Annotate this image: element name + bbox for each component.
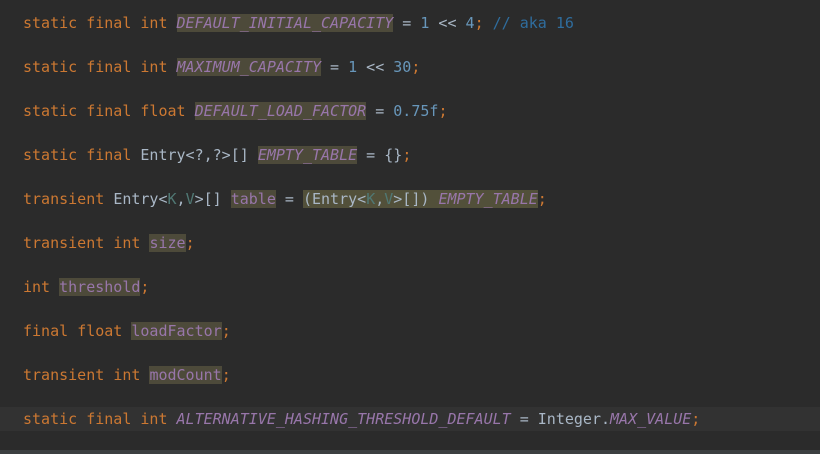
type-name: Entry<?,?>[] xyxy=(140,146,249,164)
type-name: Entry< xyxy=(113,190,168,208)
class-reference[interactable]: Integer. xyxy=(538,410,610,428)
keyword: int xyxy=(140,58,168,76)
type-parameter: V xyxy=(185,190,195,208)
semicolon: ; xyxy=(474,14,484,32)
operator: = xyxy=(275,190,303,208)
operator: << xyxy=(357,58,394,76)
keyword: transient xyxy=(23,190,105,208)
semicolon: ; xyxy=(691,410,701,428)
type-name: >[] xyxy=(194,190,222,208)
keyword: int xyxy=(113,366,141,384)
field-reference[interactable]: EMPTY_TABLE xyxy=(438,190,537,208)
field-name[interactable]: MAXIMUM_CAPACITY xyxy=(176,58,322,76)
number-literal: 0.75f xyxy=(393,102,439,120)
keyword: float xyxy=(140,102,186,120)
code-line-2[interactable]: static final int MAXIMUM_CAPACITY = 1 <<… xyxy=(0,55,820,79)
keyword: transient xyxy=(23,234,105,252)
field-name[interactable]: ALTERNATIVE_HASHING_THRESHOLD_DEFAULT xyxy=(177,410,511,428)
keyword: final xyxy=(23,322,69,340)
field-reference[interactable]: MAX_VALUE xyxy=(610,410,691,428)
number-literal: 30 xyxy=(393,58,412,76)
keyword: static xyxy=(23,146,78,164)
operator: << xyxy=(429,14,466,32)
keyword: float xyxy=(77,322,123,340)
keyword: static xyxy=(23,58,78,76)
number-literal: 4 xyxy=(465,14,475,32)
code-line-9[interactable]: transient int modCount; xyxy=(0,363,820,387)
keyword: int xyxy=(23,278,51,296)
cast-type: (Entry< xyxy=(302,190,367,208)
punctuation: , xyxy=(375,190,385,208)
editor-bottom-border xyxy=(0,450,820,454)
semicolon: ; xyxy=(537,190,547,208)
keyword: int xyxy=(140,410,168,428)
cast-expression: (Entry<K,V>[]) EMPTY_TABLE xyxy=(302,190,538,208)
punctuation: , xyxy=(176,190,186,208)
operator: = xyxy=(366,102,394,120)
code-line-3[interactable]: static final float DEFAULT_LOAD_FACTOR =… xyxy=(0,99,820,123)
keyword: final xyxy=(86,14,132,32)
field-name[interactable]: size xyxy=(149,234,186,252)
keyword: static xyxy=(23,102,78,120)
semicolon: ; xyxy=(221,366,231,384)
code-line-7[interactable]: int threshold; xyxy=(0,275,820,299)
number-literal: 1 xyxy=(348,58,358,76)
code-line-5[interactable]: transient Entry<K,V>[] table = (Entry<K,… xyxy=(0,187,820,211)
field-name[interactable]: table xyxy=(230,190,276,208)
code-line-10[interactable]: static final int ALTERNATIVE_HASHING_THR… xyxy=(0,407,820,431)
code-line-1[interactable]: static final int DEFAULT_INITIAL_CAPACIT… xyxy=(0,11,820,35)
code-line-6[interactable]: transient int size; xyxy=(0,231,820,255)
field-name[interactable]: EMPTY_TABLE xyxy=(257,146,358,164)
field-name[interactable]: threshold xyxy=(59,278,141,296)
field-name[interactable]: DEFAULT_INITIAL_CAPACITY xyxy=(176,14,394,32)
field-name[interactable]: loadFactor xyxy=(131,322,222,340)
keyword: transient xyxy=(23,366,105,384)
semicolon: ; xyxy=(438,102,448,120)
code-line-4[interactable]: static final Entry<?,?>[] EMPTY_TABLE = … xyxy=(0,143,820,167)
keyword: static xyxy=(23,14,78,32)
keyword: final xyxy=(86,410,132,428)
operator: = xyxy=(510,410,538,428)
keyword: int xyxy=(140,14,168,32)
semicolon: ; xyxy=(185,234,195,252)
field-name[interactable]: modCount xyxy=(149,366,222,384)
semicolon: ; xyxy=(140,278,150,296)
cast-type: >[]) xyxy=(393,190,430,208)
keyword: final xyxy=(86,146,132,164)
semicolon: ; xyxy=(402,146,412,164)
keyword: final xyxy=(86,58,132,76)
semicolon: ; xyxy=(411,58,421,76)
operator: = xyxy=(321,58,349,76)
code-editor[interactable]: static final int DEFAULT_INITIAL_CAPACIT… xyxy=(0,0,820,454)
keyword: final xyxy=(86,102,132,120)
line-comment: // aka 16 xyxy=(492,14,574,32)
code-line-8[interactable]: final float loadFactor; xyxy=(0,319,820,343)
operator: = xyxy=(393,14,421,32)
keyword: static xyxy=(23,410,78,428)
type-parameter: K xyxy=(167,190,177,208)
keyword: int xyxy=(113,234,141,252)
field-name[interactable]: DEFAULT_LOAD_FACTOR xyxy=(194,102,367,120)
semicolon: ; xyxy=(221,322,231,340)
initializer: = {} xyxy=(357,146,403,164)
type-parameter: V xyxy=(384,190,394,208)
type-parameter: K xyxy=(366,190,376,208)
